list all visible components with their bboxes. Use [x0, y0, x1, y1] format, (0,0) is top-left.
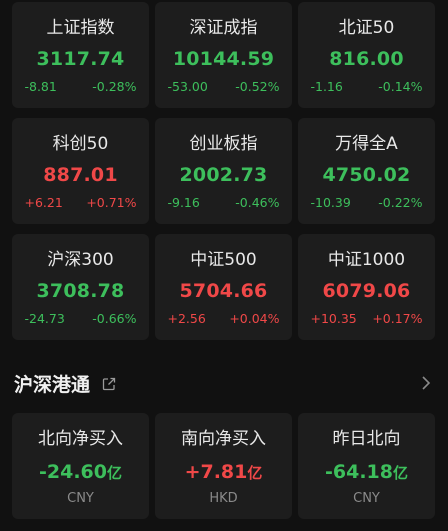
- index-name: 创业板指: [189, 134, 258, 154]
- index-change: -53.00: [167, 79, 208, 94]
- index-value: 3708.78: [36, 280, 125, 302]
- index-change: -8.81: [24, 79, 57, 94]
- flow-currency: CNY: [67, 491, 94, 506]
- flow-name: 南向净买入: [181, 429, 266, 449]
- index-card[interactable]: 沪深300 3708.78 -24.73 -0.66%: [12, 234, 149, 340]
- index-card[interactable]: 上证指数 3117.74 -8.81 -0.28%: [12, 2, 149, 108]
- section-title: 沪深港通: [14, 373, 91, 396]
- index-value: 2002.73: [179, 164, 268, 186]
- flow-card[interactable]: 昨日北向 -64.18亿 CNY: [298, 413, 435, 519]
- index-name: 北证50: [338, 18, 395, 38]
- index-card[interactable]: 深证成指 10144.59 -53.00 -0.52%: [155, 2, 292, 108]
- index-value: 816.00: [329, 48, 404, 70]
- flow-currency: CNY: [353, 491, 380, 506]
- flow-name: 昨日北向: [332, 429, 401, 449]
- index-name: 中证1000: [327, 250, 406, 270]
- index-change: -10.39: [310, 195, 351, 210]
- index-name: 深证成指: [189, 18, 258, 38]
- index-change-pct: -0.22%: [378, 195, 423, 210]
- index-change: +6.21: [24, 195, 63, 210]
- index-change-pct: -0.66%: [92, 311, 137, 326]
- flow-value: +7.81: [184, 461, 248, 483]
- index-value: 4750.02: [322, 164, 411, 186]
- index-change: -1.16: [310, 79, 343, 94]
- flow-name: 北向净买入: [38, 429, 123, 449]
- index-name: 上证指数: [46, 18, 115, 38]
- index-name: 科创50: [52, 134, 109, 154]
- index-value: 887.01: [43, 164, 118, 186]
- flow-card[interactable]: 北向净买入 -24.60亿 CNY: [12, 413, 149, 519]
- flow-value: -64.18: [325, 461, 393, 483]
- flow-card[interactable]: 南向净买入 +7.81亿 HKD: [155, 413, 292, 519]
- index-name: 沪深300: [47, 250, 114, 270]
- index-change: -24.73: [24, 311, 65, 326]
- flow-currency: HKD: [209, 491, 238, 506]
- index-change-pct: +0.71%: [86, 195, 137, 210]
- index-change-pct: -0.28%: [92, 79, 137, 94]
- index-value: 5704.66: [179, 280, 268, 302]
- index-value: 10144.59: [172, 48, 275, 70]
- index-value: 3117.74: [36, 48, 125, 70]
- index-name: 万得全A: [335, 134, 398, 154]
- capital-flow-grid: 北向净买入 -24.60亿 CNY 南向净买入 +7.81亿 HKD 昨日北向 …: [12, 413, 435, 519]
- index-change-pct: +0.17%: [372, 311, 423, 326]
- index-change: +2.56: [167, 311, 206, 326]
- index-card[interactable]: 科创50 887.01 +6.21 +0.71%: [12, 118, 149, 224]
- index-card[interactable]: 中证500 5704.66 +2.56 +0.04%: [155, 234, 292, 340]
- index-change: +10.35: [310, 311, 357, 326]
- index-change-pct: +0.04%: [229, 311, 280, 326]
- index-change: -9.16: [167, 195, 200, 210]
- flow-unit: 亿: [247, 464, 263, 482]
- market-overview: 上证指数 3117.74 -8.81 -0.28% 深证成指 10144.59 -…: [0, 0, 448, 531]
- index-change-pct: -0.14%: [378, 79, 423, 94]
- index-card[interactable]: 中证1000 6079.06 +10.35 +0.17%: [298, 234, 435, 340]
- index-card[interactable]: 北证50 816.00 -1.16 -0.14%: [298, 2, 435, 108]
- index-change-pct: -0.46%: [235, 195, 280, 210]
- chevron-right-icon[interactable]: [418, 373, 434, 393]
- index-change-pct: -0.52%: [235, 79, 280, 94]
- index-value: 6079.06: [322, 280, 411, 302]
- section-header[interactable]: 沪深港通: [14, 368, 434, 398]
- external-link-icon[interactable]: [102, 376, 116, 391]
- index-name: 中证500: [190, 250, 257, 270]
- flow-value: -24.60: [39, 461, 107, 483]
- flow-unit: 亿: [392, 464, 408, 482]
- index-card[interactable]: 万得全A 4750.02 -10.39 -0.22%: [298, 118, 435, 224]
- flow-unit: 亿: [106, 464, 122, 482]
- index-card[interactable]: 创业板指 2002.73 -9.16 -0.46%: [155, 118, 292, 224]
- index-grid: 上证指数 3117.74 -8.81 -0.28% 深证成指 10144.59 -…: [12, 2, 435, 340]
